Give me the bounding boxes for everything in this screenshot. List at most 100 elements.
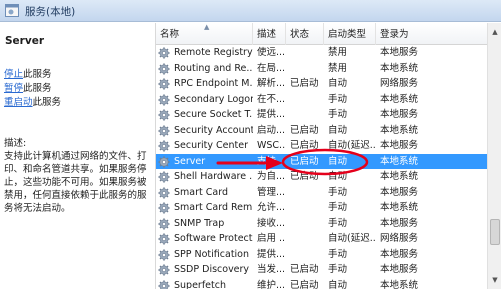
service-status: 已启动 (290, 171, 319, 182)
service-startup-type: 禁用 (328, 62, 348, 74)
service-row-selected[interactable]: Server 支持... 已启动 自动 本地系统 (156, 153, 487, 169)
service-logon-as: 本地服务 (380, 109, 419, 120)
service-description-cell: 提供... (257, 248, 286, 260)
service-status: 已启动 (290, 78, 319, 89)
service-logon-as: 本地服务 (380, 47, 419, 58)
service-name: SPP Notification ... (174, 248, 253, 260)
service-logon-as: 本地系统 (380, 279, 419, 289)
service-name: Security Center (174, 140, 249, 151)
gear-icon (158, 186, 170, 199)
service-status: 已启动 (290, 155, 319, 167)
service-row[interactable]: SSDP Discovery 当发... 已启动 手动 本地服务 (156, 262, 487, 278)
service-description-cell: 在局... (257, 62, 286, 74)
column-header-status[interactable]: 状态 (286, 23, 324, 45)
service-logon-as: 本地系统 (380, 155, 419, 167)
service-startup-type: 自动 (328, 124, 348, 136)
service-name: Secondary Logon (174, 93, 253, 105)
service-description-cell: 解析... (257, 78, 286, 89)
gear-icon (158, 93, 170, 106)
service-name: Remote Registry (174, 47, 253, 58)
column-header-name[interactable]: ▲ 名称 (156, 23, 253, 45)
service-status (288, 200, 324, 216)
gear-icon (158, 217, 170, 230)
service-logon-as: 本地系统 (380, 93, 419, 105)
service-startup-type: 自动 (328, 78, 348, 89)
service-status: 已启动 (290, 279, 319, 289)
service-logon-as: 本地系统 (380, 124, 419, 136)
gear-icon (158, 233, 170, 245)
service-startup-type: 手动 (328, 264, 348, 275)
gear-icon (158, 47, 170, 59)
vertical-scrollbar[interactable]: ▲ ▼ (487, 23, 501, 289)
selected-service-heading: Server (5, 35, 45, 47)
service-name: Secure Socket T... (174, 109, 253, 120)
gear-icon (158, 155, 170, 168)
gear-icon (158, 62, 170, 75)
service-startup-type: 自动(延迟... (328, 140, 376, 151)
column-header-description[interactable]: 描述 (253, 23, 286, 45)
description-label: 描述: (4, 138, 27, 149)
service-name: SSDP Discovery (174, 264, 250, 275)
scroll-up-icon[interactable]: ▲ (489, 25, 501, 39)
title-bar: 服务(本地) (0, 0, 501, 22)
service-row[interactable]: RPC Endpoint M... 解析... 已启动 自动 网络服务 (156, 76, 487, 92)
stop-service-action: 停止此服务 (4, 66, 52, 80)
service-status (288, 107, 324, 123)
service-logon-as: 网络服务 (380, 233, 419, 244)
service-logon-as: 本地系统 (380, 202, 419, 213)
gear-icon (158, 202, 170, 214)
column-header-logon-as[interactable]: 登录为 (376, 23, 487, 45)
service-name: Routing and Re... (174, 62, 253, 74)
service-name: Security Account... (174, 124, 253, 136)
service-startup-type: 自动(延迟... (328, 233, 376, 244)
service-row[interactable]: Smart Card Rem... 允许... 手动 本地系统 (156, 200, 487, 216)
service-description-cell: 当发... (257, 264, 286, 275)
service-logon-as: 本地系统 (380, 62, 419, 74)
service-description-cell: 管理... (257, 186, 286, 198)
column-header-startup-type[interactable]: 启动类型 (324, 23, 376, 45)
service-startup-type: 自动 (328, 279, 348, 289)
service-description-cell: 提供... (257, 109, 286, 120)
service-row[interactable]: SPP Notification ... 提供... 手动 本地服务 (156, 247, 487, 263)
pause-service-suffix: 此服务 (23, 83, 52, 94)
services-list[interactable]: ▲ 名称 描述 状态 启动类型 登录为 Remote Registry 使远...… (156, 23, 487, 289)
gear-icon (158, 78, 170, 90)
pause-service-link[interactable]: 暂停 (4, 83, 23, 94)
service-row[interactable]: Security Account... 启动... 已启动自动 本地系统 (156, 123, 487, 139)
service-name: SNMP Trap (174, 217, 225, 229)
service-logon-as: 本地服务 (380, 186, 419, 198)
service-name: Server (174, 155, 206, 167)
stop-service-link[interactable]: 停止 (4, 69, 23, 80)
service-logon-as: 本地系统 (380, 171, 419, 182)
scroll-down-icon[interactable]: ▼ (489, 273, 501, 287)
service-status (288, 216, 324, 232)
window-title: 服务(本地) (25, 6, 76, 18)
service-row[interactable]: Security Center WSC... 已启动 自动(延迟... 本地服务 (156, 138, 487, 154)
service-status: 已启动 (290, 140, 319, 151)
service-row[interactable]: Software Protect... 启用 ... 自动(延迟... 网络服务 (156, 231, 487, 247)
service-logon-as: 本地服务 (380, 140, 419, 151)
gear-icon (158, 264, 170, 276)
service-startup-type: 自动 (328, 171, 348, 182)
service-row[interactable]: Routing and Re... 在局... 禁用 本地系统 (156, 61, 487, 77)
scrollbar-thumb[interactable] (490, 219, 500, 245)
service-row[interactable]: Secure Socket T... 提供... 手动 本地服务 (156, 107, 487, 123)
service-row[interactable]: Secondary Logon 在不... 手动 本地系统 (156, 92, 487, 108)
service-logon-as: 本地服务 (380, 248, 419, 260)
service-row[interactable]: Superfetch 维护... 已启动 自动 本地系统 (156, 278, 487, 289)
service-startup-type: 手动 (328, 248, 348, 260)
service-row[interactable]: SNMP Trap 接收... 手动 本地服务 (156, 216, 487, 232)
service-name: Superfetch (174, 279, 226, 289)
column-header-row: ▲ 名称 描述 状态 启动类型 登录为 (156, 23, 487, 45)
service-startup-type: 禁用 (328, 47, 348, 58)
service-startup-type: 手动 (328, 202, 348, 213)
service-description-cell: 为自... (257, 171, 286, 182)
restart-service-suffix: 此服务 (32, 97, 62, 108)
stop-service-suffix: 此服务 (23, 69, 52, 80)
service-name: Smart Card (174, 186, 228, 198)
service-row[interactable]: Shell Hardware ... 为自... 已启动 自动 本地系统 (156, 169, 487, 185)
restart-service-link[interactable]: 重启动 (4, 97, 33, 108)
service-row[interactable]: Remote Registry 使远... 禁用 本地服务 (156, 45, 487, 61)
service-row[interactable]: Smart Card 管理... 手动 本地服务 (156, 185, 487, 201)
service-name: Software Protect... (174, 233, 253, 244)
